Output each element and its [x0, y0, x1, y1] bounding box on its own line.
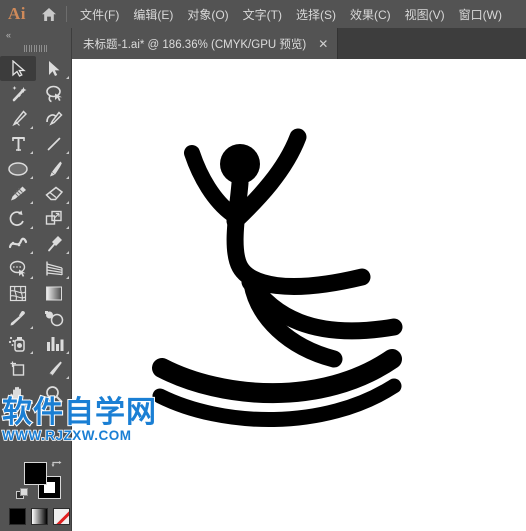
column-graph-tool[interactable]	[36, 331, 72, 356]
tool-flyout-indicator	[30, 151, 33, 154]
tool-flyout-indicator	[66, 351, 69, 354]
artboard-canvas[interactable]	[72, 59, 526, 531]
scale-tool[interactable]	[36, 206, 72, 231]
eyedropper-tool[interactable]	[0, 306, 36, 331]
fill-stroke-controls	[14, 460, 72, 504]
color-mode-buttons	[9, 508, 72, 525]
tool-flyout-indicator	[66, 176, 69, 179]
tool-flyout-indicator	[30, 201, 33, 204]
document-tab-title: 未标题-1.ai* @ 186.36% (CMYK/GPU 预览)	[83, 38, 307, 51]
gradient-tool[interactable]	[36, 281, 72, 306]
eraser-tool[interactable]	[36, 181, 72, 206]
menu-item-edit[interactable]: 编辑(E)	[126, 3, 180, 26]
artboard-tool[interactable]	[0, 356, 36, 381]
collapse-panel-icon[interactable]: «	[0, 28, 71, 42]
wave-line-upper	[152, 349, 402, 404]
paintbrush-tool[interactable]	[36, 156, 72, 181]
tool-flyout-indicator	[30, 401, 33, 404]
gradient-mode-button[interactable]	[31, 508, 48, 525]
symbol-sprayer-tool[interactable]	[0, 331, 36, 356]
menu-item-list: 文件(F) 编辑(E) 对象(O) 文字(T) 选择(S) 效果(C) 视图(V…	[73, 3, 509, 26]
panel-drag-handle[interactable]	[0, 42, 71, 54]
none-mode-button[interactable]	[53, 508, 70, 525]
curvature-tool[interactable]	[36, 106, 72, 131]
fill-swatch[interactable]	[24, 462, 47, 485]
lasso-tool[interactable]	[36, 81, 72, 106]
artwork-surfer-stick-figure[interactable]	[72, 59, 526, 531]
tool-flyout-indicator	[66, 151, 69, 154]
tool-flyout-indicator	[30, 326, 33, 329]
tool-flyout-indicator	[66, 251, 69, 254]
tools-panel: «	[0, 28, 72, 531]
tool-grid	[0, 54, 71, 406]
illustrator-window: Ai 文件(F) 编辑(E) 对象(O) 文字(T) 选择(S) 效果(C) 视…	[0, 0, 526, 531]
menu-divider	[66, 6, 67, 22]
tool-flyout-indicator	[66, 226, 69, 229]
tool-flyout-indicator	[30, 276, 33, 279]
hand-tool[interactable]	[0, 381, 36, 406]
blend-tool[interactable]	[36, 306, 72, 331]
tool-flyout-indicator	[66, 201, 69, 204]
default-fill-stroke-icon[interactable]	[16, 488, 29, 506]
tool-flyout-indicator	[30, 251, 33, 254]
width-warp-tool[interactable]	[0, 231, 36, 256]
color-mode-button[interactable]	[9, 508, 26, 525]
close-icon[interactable]: ✕	[315, 37, 331, 51]
tool-flyout-indicator	[66, 76, 69, 79]
tool-flyout-indicator	[30, 351, 33, 354]
perspective-grid-tool[interactable]	[36, 256, 72, 281]
shape-builder-tool[interactable]	[0, 256, 36, 281]
line-segment-tool[interactable]	[36, 131, 72, 156]
menu-bar: Ai 文件(F) 编辑(E) 对象(O) 文字(T) 选择(S) 效果(C) 视…	[0, 0, 526, 28]
tool-flyout-indicator	[66, 376, 69, 379]
magic-wand-tool[interactable]	[0, 81, 36, 106]
tool-flyout-indicator	[30, 226, 33, 229]
direct-selection-tool[interactable]	[36, 56, 72, 81]
type-tool[interactable]	[0, 131, 36, 156]
menu-item-window[interactable]: 窗口(W)	[452, 3, 509, 26]
menu-item-effect[interactable]: 效果(C)	[343, 3, 398, 26]
selection-tool[interactable]	[0, 56, 36, 81]
document-tab[interactable]: 未标题-1.ai* @ 186.36% (CMYK/GPU 预览) ✕	[72, 28, 339, 59]
menu-item-object[interactable]: 对象(O)	[180, 3, 235, 26]
ellipse-tool[interactable]	[0, 156, 36, 181]
tool-flyout-indicator	[66, 276, 69, 279]
menu-item-type[interactable]: 文字(T)	[236, 3, 289, 26]
color-controls	[0, 460, 72, 531]
tool-flyout-indicator	[30, 176, 33, 179]
app-logo: Ai	[8, 4, 26, 23]
mesh-tool[interactable]	[0, 281, 36, 306]
menu-item-select[interactable]: 选择(S)	[289, 3, 343, 26]
menu-item-file[interactable]: 文件(F)	[73, 3, 126, 26]
rotate-tool[interactable]	[0, 206, 36, 231]
tool-flyout-indicator	[30, 126, 33, 129]
pen-tool[interactable]	[0, 106, 36, 131]
home-icon[interactable]	[34, 7, 64, 22]
zoom-tool[interactable]	[36, 381, 72, 406]
document-tab-bar: 未标题-1.ai* @ 186.36% (CMYK/GPU 预览) ✕	[72, 28, 526, 59]
slice-tool[interactable]	[36, 356, 72, 381]
free-transform-tool[interactable]	[36, 231, 72, 256]
shaper-pencil-tool[interactable]	[0, 181, 36, 206]
menu-item-view[interactable]: 视图(V)	[398, 3, 452, 26]
